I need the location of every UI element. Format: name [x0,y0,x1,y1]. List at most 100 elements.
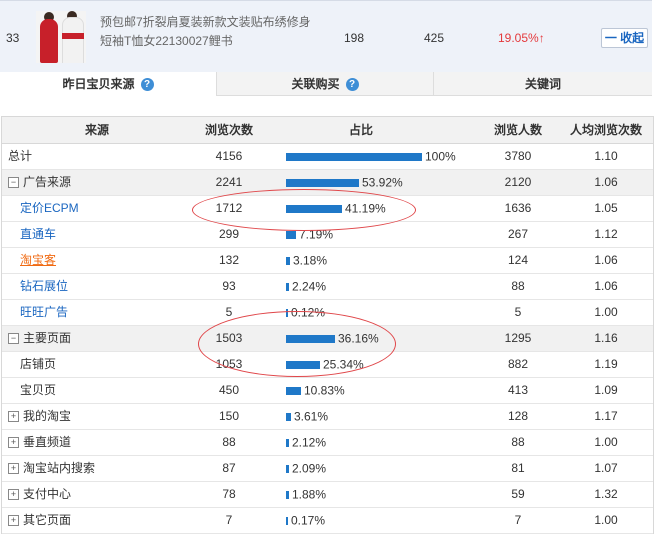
source-cell: − 广告来源 [8,170,71,195]
source-label[interactable]: 直通车 [20,227,56,241]
source-cell[interactable]: 直通车 [20,222,56,247]
uv-cell: 3780 [504,149,532,163]
ratio-percent: 100% [425,149,456,164]
product-pv: 198 [344,31,365,45]
collapse-icon[interactable]: − [8,333,19,345]
ratio-percent: 2.24% [292,279,327,294]
product-title[interactable]: 预包邮7折裂肩夏装新款文装贴布绣修身短袖T恤女22130027鲤书 [100,13,315,51]
pv-cell: 150 [218,409,240,423]
source-cell[interactable]: 定价ECPM [20,196,79,221]
pv-cell: 299 [218,227,240,241]
expand-icon[interactable]: + [8,411,19,423]
tab-label: 关联购买 [291,77,340,91]
source-cell: + 支付中心 [8,482,71,507]
avg-cell: 1.06 [594,279,618,293]
ratio-cell: 2.09% [286,456,486,481]
source-label[interactable]: 钻石展位 [20,279,68,293]
ratio-percent: 36.16% [338,331,379,346]
expand-icon[interactable]: + [8,489,19,501]
expand-icon[interactable]: + [8,463,19,475]
expand-icon[interactable]: + [8,437,19,449]
table-row: 直通车 299 7.19% 267 1.12 [2,222,653,248]
product-rate-value: 19.05% [498,31,539,45]
table-row: − 广告来源 2241 53.92% 2120 1.06 [2,170,653,196]
pv-cell: 2241 [215,175,243,189]
ratio-cell: 10.83% [286,378,486,403]
ratio-bar [286,438,289,447]
uv-cell: 7 [514,513,522,527]
table-row: 钻石展位 93 2.24% 88 1.06 [2,274,653,300]
pv-cell: 93 [222,279,236,293]
product-row: 33 预包邮7折裂肩夏装新款文装贴布绣修身短袖T恤女22130027鲤书 198… [0,0,652,74]
ratio-percent: 2.09% [292,461,327,476]
product-rate: 19.05%↑ [498,31,545,45]
source-table: 来源 浏览次数 占比 浏览人数 人均浏览次数 总计 4156 100% 3780 1.1… [1,116,654,534]
ratio-cell: 1.88% [286,482,486,507]
table-row: 总计 4156 100% 3780 1.10 [2,144,653,170]
ratio-bar [286,464,289,473]
pv-cell: 1053 [215,357,243,371]
ratio-percent: 2.12% [292,435,327,450]
tab-bar: 昨日宝贝来源? 关联购买? 关键词 [0,72,652,96]
table-row: + 我的淘宝 150 3.61% 128 1.17 [2,404,653,430]
source-label: 广告来源 [23,175,72,189]
collapse-icon[interactable]: − [8,177,19,189]
avg-cell: 1.07 [594,461,618,475]
source-label: 宝贝页 [20,383,57,397]
source-cell[interactable]: 钻石展位 [20,274,68,299]
pv-cell: 132 [218,253,240,267]
uv-cell: 2120 [504,175,532,189]
tab-related-purchase[interactable]: 关联购买? [217,72,434,96]
table-row: 旺旺广告 5 0.12% 5 1.00 [2,300,653,326]
source-label[interactable]: 旺旺广告 [20,305,68,319]
source-cell[interactable]: 旺旺广告 [20,300,68,325]
expand-icon[interactable]: + [8,515,19,527]
pv-cell: 1712 [215,201,243,215]
ratio-cell: 41.19% [286,196,486,221]
source-cell: 店铺页 [20,352,56,377]
source-label[interactable]: 淘宝客 [20,253,56,267]
header-ratio: 占比 [348,123,373,137]
table-row: + 垂直频道 88 2.12% 88 1.00 [2,430,653,456]
source-label: 我的淘宝 [23,409,72,423]
pv-cell: 5 [225,305,233,319]
avg-cell: 1.16 [594,331,618,345]
product-thumbnail[interactable] [36,11,86,63]
avg-cell: 1.06 [594,175,618,189]
uv-cell: 267 [507,227,529,241]
ratio-bar [286,282,289,291]
table-header: 来源 浏览次数 占比 浏览人数 人均浏览次数 [2,116,653,144]
ratio-percent: 25.34% [323,357,364,372]
source-cell: + 淘宝站内搜索 [8,456,95,481]
uv-cell: 882 [507,357,529,371]
source-cell: + 我的淘宝 [8,404,71,429]
tab-keywords[interactable]: 关键词 [434,72,652,96]
table-row: − 主要页面 1503 36.16% 1295 1.16 [2,326,653,352]
ratio-bar [286,516,288,525]
ratio-bar [286,178,359,187]
header-avg: 人均浏览次数 [569,123,642,137]
ratio-cell: 3.61% [286,404,486,429]
pv-cell: 7 [225,513,233,527]
table-row: + 淘宝站内搜索 87 2.09% 81 1.07 [2,456,653,482]
ratio-cell: 0.12% [286,300,486,325]
source-label[interactable]: 定价ECPM [20,201,79,215]
help-icon[interactable]: ? [140,78,154,92]
tab-yesterday-source[interactable]: 昨日宝贝来源? [0,72,217,96]
source-label: 店铺页 [20,357,57,371]
source-cell[interactable]: 淘宝客 [20,248,56,273]
ratio-bar [286,308,288,317]
header-source: 来源 [84,123,109,137]
help-icon[interactable]: ? [345,78,359,92]
ratio-cell: 3.18% [286,248,486,273]
uv-cell: 1295 [504,331,532,345]
ratio-bar [286,334,335,343]
product-uv: 425 [424,31,445,45]
source-label: 淘宝站内搜索 [23,461,96,475]
table-body: 总计 4156 100% 3780 1.10− 广告来源 2241 53.92% 2120 1.0… [2,144,653,534]
avg-cell: 1.17 [594,409,618,423]
collapse-button[interactable]: 一 收起 [601,28,648,48]
header-pv: 浏览次数 [204,123,253,137]
table-row: 店铺页 1053 25.34% 882 1.19 [2,352,653,378]
pv-cell: 1503 [215,331,243,345]
